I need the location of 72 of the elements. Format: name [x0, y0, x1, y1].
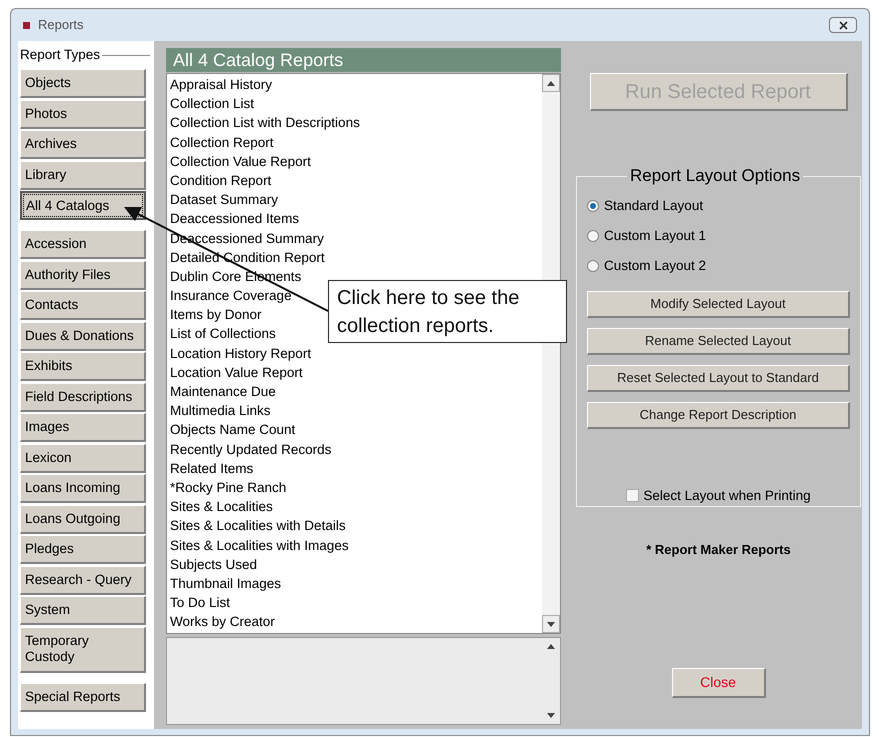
checkbox-label: Select Layout when Printing	[643, 486, 811, 505]
report-type-button[interactable]: Special Reports	[20, 682, 146, 712]
report-item[interactable]: Detailed Condition Report	[170, 248, 325, 267]
report-item[interactable]: Sites & Localities with Images	[170, 536, 349, 555]
callout-box: Click here to see the collection reports.	[328, 280, 567, 343]
report-item[interactable]: Recently Updated Records	[170, 440, 332, 459]
layout-button[interactable]: Reset Selected Layout to Standard	[587, 364, 850, 392]
report-type-button[interactable]: System	[20, 596, 146, 625]
report-item[interactable]: Insurance Coverage	[170, 286, 292, 306]
report-type-button[interactable]: Accession	[20, 230, 146, 259]
scroll-down-icon[interactable]	[547, 713, 555, 718]
report-type-button[interactable]: Dues & Donations	[20, 322, 146, 350]
report-type-button[interactable]: Authority Files	[20, 260, 146, 290]
report-item[interactable]: Maintenance Due	[170, 382, 276, 402]
report-type-button[interactable]: Research - Query	[20, 566, 146, 594]
report-item[interactable]: Location Value Report	[170, 362, 303, 382]
layout-button[interactable]: Rename Selected Layout	[587, 328, 850, 355]
footnote: * Report Maker Reports	[646, 541, 791, 559]
report-item[interactable]: Items by Donor	[170, 305, 262, 324]
radio-button[interactable]	[587, 230, 599, 242]
report-item[interactable]: To Do List	[170, 593, 230, 612]
close-icon[interactable]	[829, 17, 857, 33]
report-type-button[interactable]: Lexicon	[20, 444, 146, 472]
report-item[interactable]: Dataset Summary	[170, 190, 278, 210]
report-item[interactable]: Sites & Localities	[170, 497, 273, 516]
report-type-button[interactable]: Archives	[20, 130, 146, 159]
scroll-up-icon[interactable]	[547, 644, 555, 649]
report-type-button[interactable]: Temporary Custody	[20, 626, 146, 672]
report-type-button[interactable]: Pledges	[20, 535, 146, 564]
window-title: Reports	[38, 16, 84, 34]
report-type-button[interactable]: Loans Incoming	[20, 474, 146, 503]
layout-button[interactable]: Modify Selected Layout	[587, 290, 850, 318]
report-item[interactable]: Sites & Localities with Details	[170, 516, 346, 536]
radio-button[interactable]	[587, 200, 599, 212]
report-item[interactable]: Collection List	[170, 94, 254, 114]
report-item[interactable]: Multimedia Links	[170, 401, 271, 420]
list-header: All 4 Catalog Reports	[166, 48, 561, 72]
report-type-button[interactable]: Library	[20, 160, 146, 190]
report-type-button[interactable]: Field Descriptions	[20, 382, 146, 412]
report-item[interactable]: Works by Creator	[170, 612, 275, 632]
report-type-button[interactable]: Objects	[20, 69, 146, 98]
app-icon	[23, 22, 30, 28]
report-item[interactable]: Deaccessioned Items	[170, 209, 300, 228]
radio-button[interactable]	[587, 260, 599, 272]
report-type-button[interactable]: Loans Outgoing	[20, 504, 146, 534]
checkbox[interactable]	[626, 489, 640, 502]
scroll-down-icon[interactable]	[547, 622, 555, 626]
radio-label: Standard Layout	[604, 196, 704, 215]
radio-label: Custom Layout 1	[604, 226, 706, 245]
report-item[interactable]: *Rocky Pine Ranch	[170, 478, 286, 498]
report-item[interactable]: Subjects Used	[170, 554, 258, 574]
report-item[interactable]: Collection Report	[170, 132, 274, 152]
report-item[interactable]: Appraisal History	[170, 75, 272, 94]
report-type-button[interactable]: Exhibits	[20, 352, 146, 381]
scroll-up-icon[interactable]	[547, 80, 555, 86]
report-item[interactable]: Related Items	[170, 458, 254, 478]
layout-button[interactable]: Change Report Description	[587, 402, 850, 429]
report-item[interactable]: Location History Report	[170, 344, 312, 363]
report-type-button[interactable]: Contacts	[20, 291, 146, 320]
report-item[interactable]: List of Collections	[170, 324, 276, 344]
report-item[interactable]: Collection Value Report	[170, 152, 311, 171]
section-label: Report Types	[20, 46, 100, 64]
report-item[interactable]: Collection List with Descriptions	[170, 113, 360, 133]
panel-title: Report Layout Options	[627, 166, 804, 186]
report-type-button[interactable]: Photos	[20, 100, 146, 128]
report-type-button[interactable]: All 4 Catalogs	[20, 191, 146, 220]
radio-label: Custom Layout 2	[604, 256, 706, 275]
report-list[interactable]	[166, 73, 561, 634]
report-item[interactable]: Objects Name Count	[170, 420, 296, 440]
report-item[interactable]: Condition Report	[170, 170, 272, 190]
report-item[interactable]: Thumbnail Images	[170, 574, 282, 594]
report-type-button[interactable]: Images	[20, 413, 146, 442]
